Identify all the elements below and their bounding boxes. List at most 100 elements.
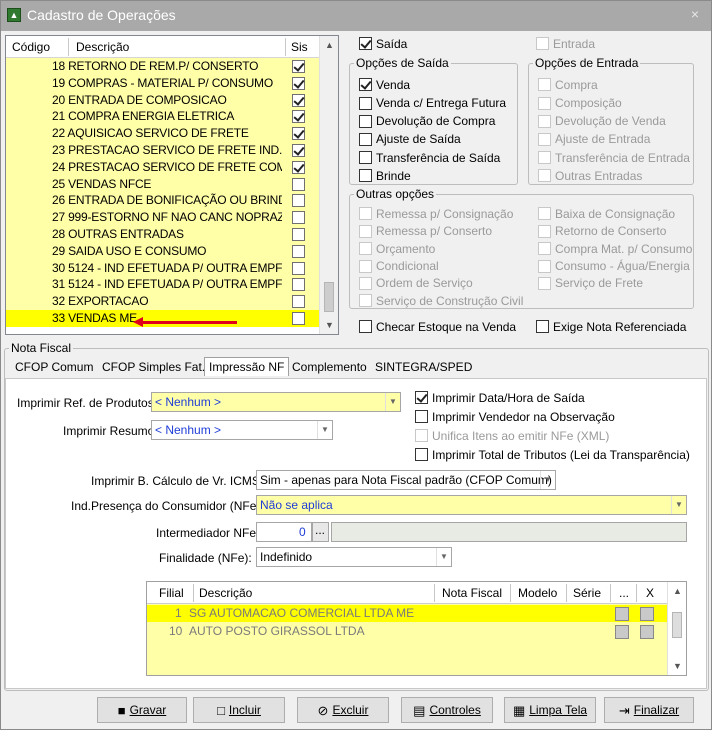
list-item[interactable]: 29 SAIDA USO E CONSUMO [6, 242, 319, 260]
list-item[interactable]: 23 PRESTACAO SERVICO DE FRETE IND. [6, 141, 319, 159]
scroll-thumb[interactable] [672, 612, 682, 638]
resumo-select[interactable]: < Nenhum > ▼ [151, 420, 333, 440]
entrada-opts-option[interactable]: Devolução de Venda [538, 113, 666, 128]
scroll-down-icon[interactable]: ▼ [325, 320, 334, 330]
saida-opts-option[interactable]: Transferência de Saída [359, 150, 500, 165]
tab-cfop-simples[interactable]: CFOP Simples Fat. [102, 360, 205, 374]
sis-checkbox[interactable] [292, 60, 305, 73]
sis-checkbox[interactable] [292, 177, 305, 191]
finalizar-button[interactable]: ⇥ Finalizar [604, 697, 694, 723]
tributos-checkbox[interactable]: Imprimir Total de Tributos (Lei da Trans… [415, 447, 690, 462]
entrada-opts-option[interactable]: Composição [538, 95, 622, 110]
list-item[interactable]: 31 5124 - IND EFETUADA P/ OUTRA EMPF [6, 276, 319, 294]
sis-checkbox[interactable] [292, 227, 305, 241]
presenca-select[interactable]: Não se aplica ▼ [256, 495, 687, 515]
unifica-checkbox[interactable]: Unifica Itens ao emitir NFe (XML) [415, 428, 609, 443]
col-sis[interactable]: Sis [291, 40, 308, 54]
limpa-tela-button[interactable]: ▦ Limpa Tela [504, 697, 596, 723]
delete-icon[interactable] [640, 607, 654, 621]
list-item[interactable]: 26 ENTRADA DE BONIFICAÇÃO OU BRIND [6, 192, 319, 210]
tab-cfop-comum[interactable]: CFOP Comum [15, 360, 93, 374]
outras-opts-option[interactable]: Remessa p/ Consignação [359, 206, 513, 221]
grid-col-filial[interactable]: Filial [159, 586, 184, 600]
grid-col-nota[interactable]: Nota Fiscal [442, 586, 502, 600]
entrada-radio[interactable]: Entrada [536, 36, 595, 51]
controles-button[interactable]: ▤ Controles [401, 697, 493, 723]
outras-opts-option[interactable]: Retorno de Conserto [538, 223, 666, 238]
scroll-down-icon[interactable]: ▼ [673, 661, 682, 671]
saida-opts-option[interactable]: Ajuste de Saída [359, 132, 461, 146]
table-row[interactable]: 10 AUTO POSTO GIRASSOL LTDA [147, 623, 667, 640]
checar-estoque-checkbox[interactable]: Checar Estoque na Venda [359, 319, 516, 334]
scroll-up-icon[interactable]: ▲ [673, 586, 682, 596]
grid-col-serie[interactable]: Série [573, 586, 601, 600]
sis-checkbox[interactable] [292, 110, 305, 124]
sis-checkbox[interactable] [292, 244, 305, 258]
sis-checkbox[interactable] [292, 194, 305, 208]
col-descricao[interactable]: Descrição [76, 40, 129, 54]
scroll-thumb[interactable] [324, 282, 334, 312]
list-item[interactable]: 30 5124 - IND EFETUADA P/ OUTRA EMPF [6, 259, 319, 277]
edit-icon[interactable] [615, 625, 629, 639]
list-item[interactable]: 18 RETORNO DE REM.P/ CONSERTO [6, 58, 319, 75]
outras-opts-option[interactable]: Orçamento [359, 241, 435, 256]
incluir-button[interactable]: □ Incluir [193, 697, 285, 723]
list-item[interactable]: 22 AQUISICAO SERVICO DE FRETE [6, 125, 319, 142]
list-item[interactable]: 32 EXPORTACAO [6, 293, 319, 310]
saida-opts-option[interactable]: Devolução de Compra [359, 113, 495, 128]
calculo-select[interactable]: Sim - apenas para Nota Fiscal padrão (CF… [256, 470, 556, 490]
entrada-opts-option[interactable]: Outras Entradas [538, 168, 642, 183]
saida-opts-option[interactable]: Brinde [359, 168, 411, 183]
edit-icon[interactable] [615, 607, 629, 621]
saida-radio[interactable]: Saída [359, 36, 407, 51]
list-item[interactable]: 24 PRESTACAO SERVICO DE FRETE COM [6, 158, 319, 176]
list-item[interactable]: 19 COMPRAS - MATERIAL P/ CONSUMO [6, 74, 319, 92]
operations-list[interactable]: Código Descrição Sis 18 RETORNO DE REM.P… [5, 35, 339, 335]
entrada-opts-option[interactable]: Ajuste de Entrada [538, 132, 650, 146]
list-item[interactable]: 21 COMPRA ENERGIA ELETRICA [6, 108, 319, 126]
sis-checkbox[interactable] [292, 127, 305, 141]
intermediador-input[interactable]: 0 [256, 522, 312, 542]
outras-opts-option[interactable]: Condicional [359, 258, 439, 273]
outras-opts-option[interactable]: Consumo - Água/Energia [538, 258, 690, 273]
filial-grid[interactable]: Filial Descrição Nota Fiscal Modelo Séri… [146, 581, 687, 676]
delete-icon[interactable] [640, 625, 654, 639]
grid-col-dots[interactable]: ... [619, 586, 629, 600]
saida-opts-option[interactable]: Venda [359, 77, 410, 92]
list-item[interactable]: 27 999-ESTORNO NF NAO CANC NOPRAZ [6, 209, 319, 226]
list-item[interactable]: 25 VENDAS NFCE [6, 175, 319, 193]
outras-opts-option[interactable]: Ordem de Serviço [359, 276, 473, 290]
exige-nota-checkbox[interactable]: Exige Nota Referenciada [536, 319, 686, 334]
grid-scrollbar[interactable]: ▲ ▼ [667, 582, 686, 675]
sis-checkbox[interactable] [292, 211, 305, 225]
excluir-button[interactable]: ⊘ Excluir [297, 697, 389, 723]
sis-checkbox[interactable] [292, 93, 305, 107]
outras-opts-option[interactable]: Compra Mat. p/ Consumo [538, 241, 692, 256]
vendedor-checkbox[interactable]: Imprimir Vendedor na Observação [415, 409, 615, 424]
list-scrollbar[interactable]: ▲ ▼ [319, 36, 338, 334]
sis-checkbox[interactable] [292, 160, 305, 174]
sis-checkbox[interactable] [292, 295, 305, 309]
data-hora-checkbox[interactable]: Imprimir Data/Hora de Saída [415, 390, 585, 405]
tab-complemento[interactable]: Complemento [292, 360, 367, 374]
tab-impressao-nf[interactable]: Impressão NF [204, 357, 290, 376]
grid-col-x[interactable]: X [646, 586, 654, 600]
saida-opts-option[interactable]: Venda c/ Entrega Futura [359, 95, 506, 110]
sis-checkbox[interactable] [292, 143, 305, 157]
close-icon[interactable]: × [691, 6, 699, 22]
sis-checkbox[interactable] [292, 261, 305, 275]
entrada-opts-option[interactable]: Compra [538, 77, 598, 92]
list-item[interactable]: 28 OUTRAS ENTRADAS [6, 225, 319, 243]
grid-col-modelo[interactable]: Modelo [518, 586, 557, 600]
sis-checkbox[interactable] [292, 76, 305, 90]
gravar-button[interactable]: ■ Gravar [97, 697, 187, 723]
entrada-opts-option[interactable]: Transferência de Entrada [538, 150, 690, 165]
outras-opts-option[interactable]: Serviço de Construção Civil [359, 293, 523, 308]
outras-opts-option[interactable]: Serviço de Frete [538, 276, 643, 290]
tab-sintegra[interactable]: SINTEGRA/SPED [375, 360, 472, 374]
list-item[interactable]: 20 ENTRADA DE COMPOSICAO [6, 91, 319, 109]
scroll-up-icon[interactable]: ▲ [325, 40, 334, 50]
list-item[interactable]: 33 VENDAS ME [6, 309, 319, 327]
intermediador-search-button[interactable]: ... [312, 522, 329, 542]
outras-opts-option[interactable]: Remessa p/ Conserto [359, 223, 492, 238]
